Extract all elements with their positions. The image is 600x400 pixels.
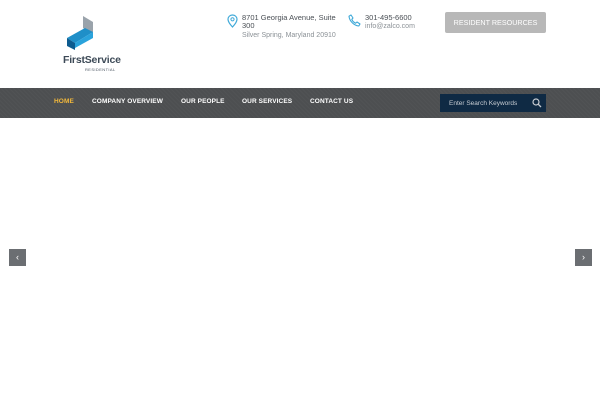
nav-item-home[interactable]: Home xyxy=(54,88,74,118)
page: FirstService RESIDENTIAL 8701 Georgia Av… xyxy=(0,0,600,400)
logo-name: FirstService xyxy=(63,54,121,66)
logo-subtitle: RESIDENTIAL xyxy=(85,67,116,72)
nav-item-company-overview[interactable]: Company Overview xyxy=(92,88,163,118)
search-icon[interactable] xyxy=(532,98,542,108)
address-line2: Silver Spring, Maryland 20910 xyxy=(242,32,336,39)
phone-icon xyxy=(348,14,361,27)
nav-item-our-people[interactable]: Our People xyxy=(181,88,225,118)
slider-prev-button[interactable]: ‹ xyxy=(9,249,26,266)
resident-resources-button[interactable]: Resident Resources xyxy=(445,12,546,33)
search-box xyxy=(440,94,546,112)
logo-mark-icon xyxy=(67,16,93,50)
chevron-left-icon: ‹ xyxy=(16,252,19,262)
search-input[interactable] xyxy=(440,94,530,112)
chevron-right-icon: › xyxy=(582,252,585,262)
hero-slider xyxy=(0,118,600,400)
site-header: FirstService RESIDENTIAL 8701 Georgia Av… xyxy=(0,0,600,88)
address-text: 8701 Georgia Avenue, Suite 300 Silver Sp… xyxy=(242,14,342,40)
site-logo[interactable]: FirstService RESIDENTIAL xyxy=(63,16,133,76)
nav-item-our-services[interactable]: Our Services xyxy=(242,88,292,118)
slider-next-button[interactable]: › xyxy=(575,249,592,266)
nav-item-contact-us[interactable]: Contact Us xyxy=(310,88,353,118)
address-line1: 8701 Georgia Avenue, Suite 300 xyxy=(242,13,336,30)
map-pin-icon xyxy=(227,14,238,28)
